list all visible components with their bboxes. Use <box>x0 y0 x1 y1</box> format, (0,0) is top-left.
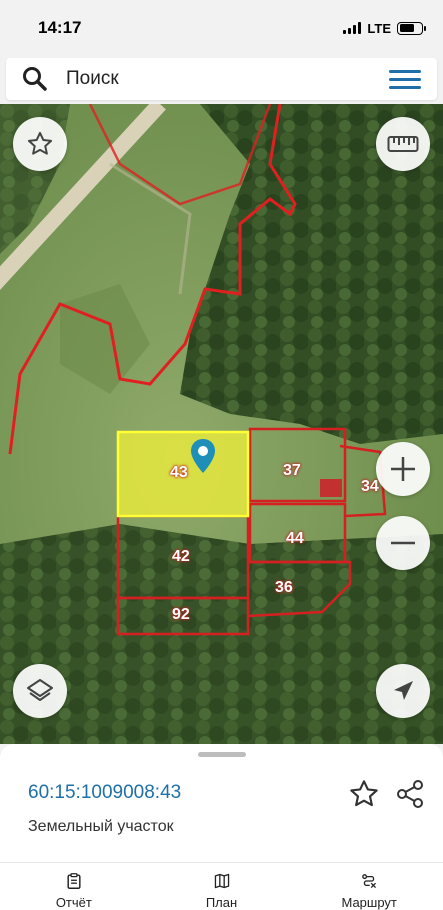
location-pin-icon <box>190 438 216 474</box>
network-type: LTE <box>367 20 391 36</box>
zoom-in-button[interactable] <box>376 442 430 496</box>
share-icon <box>397 780 423 808</box>
bottom-tab-bar: Отчёт План Маршрут <box>0 862 443 910</box>
layers-button[interactable] <box>13 664 67 718</box>
parcel-label-44[interactable]: 44 <box>286 530 304 548</box>
favorite-button[interactable] <box>348 778 380 810</box>
parcel-label-42[interactable]: 42 <box>172 548 190 566</box>
signal-icon <box>343 22 362 34</box>
star-icon <box>27 131 53 155</box>
tab-plan-label: План <box>205 895 238 910</box>
parcel-info-sheet[interactable]: 60:15:1009008:43 Земельный участок <box>0 744 443 862</box>
zoom-out-button[interactable] <box>376 516 430 570</box>
route-icon <box>362 874 377 889</box>
clipboard-icon <box>67 873 81 889</box>
search-bar[interactable]: Поиск <box>6 58 437 100</box>
status-time: 14:17 <box>38 18 82 37</box>
search-input[interactable]: Поиск <box>66 68 389 90</box>
tab-report-label: Отчёт <box>55 895 92 910</box>
satellite-map[interactable] <box>0 104 443 744</box>
hamburger-menu-icon[interactable] <box>389 69 421 89</box>
star-icon <box>350 780 378 807</box>
ruler-icon <box>387 136 419 152</box>
tab-route[interactable]: Маршрут <box>295 863 443 910</box>
favorite-map-button[interactable] <box>13 117 67 171</box>
parcel-label-43[interactable]: 43 <box>170 464 188 482</box>
navigation-arrow-icon <box>394 681 413 700</box>
parcel-label-92[interactable]: 92 <box>172 606 190 624</box>
status-indicators: LTE <box>343 20 426 36</box>
minus-icon <box>391 541 415 545</box>
plus-icon <box>391 457 415 481</box>
battery-icon <box>397 21 426 35</box>
tab-report[interactable]: Отчёт <box>0 863 148 910</box>
object-type: Земельный участок <box>28 818 174 835</box>
ruler-button[interactable] <box>376 117 430 171</box>
status-bar: 14:17 LTE <box>0 0 443 56</box>
cadastral-number[interactable]: 60:15:1009008:43 <box>28 782 181 804</box>
parcel-label-36[interactable]: 36 <box>275 579 293 597</box>
tab-plan[interactable]: План <box>148 863 296 910</box>
my-location-button[interactable] <box>376 664 430 718</box>
map-view[interactable]: 43 37 34 42 44 36 92 <box>0 104 443 744</box>
share-button[interactable] <box>394 778 426 810</box>
layers-icon <box>27 679 53 701</box>
parcel-label-37[interactable]: 37 <box>283 462 301 480</box>
sheet-grabber[interactable] <box>198 752 246 757</box>
search-icon[interactable] <box>22 66 48 92</box>
map-icon <box>214 873 229 889</box>
tab-route-label: Маршрут <box>341 895 397 910</box>
parcel-label-34[interactable]: 34 <box>361 478 379 496</box>
